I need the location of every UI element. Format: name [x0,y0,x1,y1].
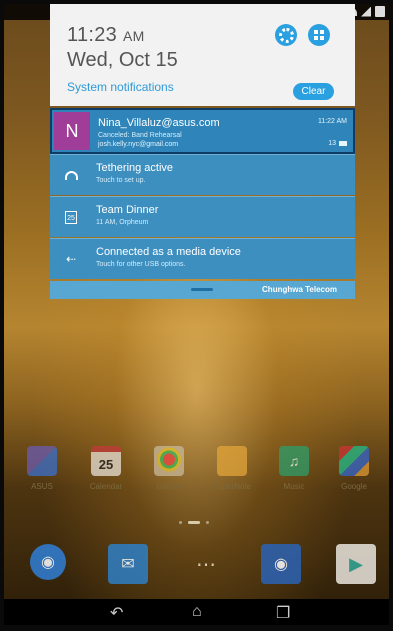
app-google[interactable]: Google [334,446,374,491]
page-dot-active [188,521,200,524]
app-label: Music [283,482,305,491]
gallery-icon [154,446,184,476]
notification-tethering[interactable]: Tethering active Touch to set up. [50,154,355,195]
notification-usb[interactable]: ⇠ Connected as a media device Touch for … [50,238,355,279]
notification-title: Team Dinner [96,204,159,216]
app-calendar[interactable]: 25 Calendar [86,446,126,491]
notification-subtitle: Touch for other USB options. [96,261,186,268]
notification-calendar[interactable]: 25 Team Dinner 11 AM, Orpheum [50,196,355,237]
play-store-icon[interactable]: ▶ [336,544,376,584]
navigation-bar: ↶ ⌂ ❐ [4,599,389,625]
battery-icon [375,6,385,17]
gear-icon[interactable] [275,24,297,46]
grid-icon[interactable] [308,24,330,46]
page-indicator [179,521,209,524]
signal-icon [361,6,371,17]
device-frame: ASUS 25 Calendar Gallery SuperNote ♫ Mus… [0,0,393,631]
notification-subtitle: Touch to set up. [96,177,146,184]
app-supernote[interactable]: SuperNote [212,446,252,491]
back-icon[interactable]: ↶ [110,603,123,623]
app-label: Google [341,482,367,491]
notification-email[interactable]: N Nina_Villaluz@asus.com Canceled: Band … [50,108,355,154]
page-dot [179,521,182,524]
usb-icon: ⇠ [65,252,77,266]
app-label: ASUS [31,482,53,491]
asus-folder-icon [27,446,57,476]
music-icon: ♫ [279,446,309,476]
notification-shade: 11:23 AM Wed, Oct 15 System notification… [50,4,355,299]
clock: 11:23 AM [67,24,145,46]
shade-header: 11:23 AM Wed, Oct 15 System notification… [50,4,355,106]
google-folder-icon [339,446,369,476]
clear-button[interactable]: Clear [293,83,334,100]
home-screen: ASUS 25 Calendar Gallery SuperNote ♫ Mus… [4,4,389,625]
calendar-icon: 25 [91,446,121,476]
notification-title: Tethering active [96,162,174,174]
app-gallery[interactable]: Gallery [149,446,189,491]
app-music[interactable]: ♫ Music [274,446,314,491]
browser-icon[interactable]: ◉ [30,544,66,580]
notification-time: 11:22 AM [317,118,347,125]
notification-count: 13 [328,140,347,147]
wifi-hotspot-icon [64,168,78,182]
camera-icon[interactable]: ◉ [261,544,301,584]
notification-subtitle: 11 AM, Orpheum [96,219,149,226]
all-apps-icon[interactable]: ⋯ [186,544,226,584]
notification-title: Nina_Villaluz@asus.com [98,117,220,129]
notification-title: Connected as a media device [96,246,241,258]
shade-footer: Chunghwa Telecom [50,281,355,299]
recent-apps-icon[interactable]: ❐ [276,603,290,623]
app-label: Calendar [89,482,123,491]
email-icon [339,141,347,146]
page-dot [206,521,209,524]
avatar: N [54,112,90,150]
carrier-label: Chunghwa Telecom [262,285,337,294]
notification-account: josh.kelly.nyc@gmail.com [98,141,179,148]
app-asus[interactable]: ASUS [22,446,62,491]
calendar-icon: 25 [64,210,78,224]
app-label: SuperNote [212,482,252,491]
drag-handle[interactable] [191,288,213,291]
system-notifications-label: System notifications [67,80,174,94]
app-label: Gallery [156,482,182,491]
home-icon[interactable]: ⌂ [192,603,202,621]
notification-subtitle: Canceled: Band Rehearsal [98,132,182,139]
date: Wed, Oct 15 [67,49,178,71]
email-icon[interactable]: ✉ [108,544,148,584]
supernote-icon [217,446,247,476]
